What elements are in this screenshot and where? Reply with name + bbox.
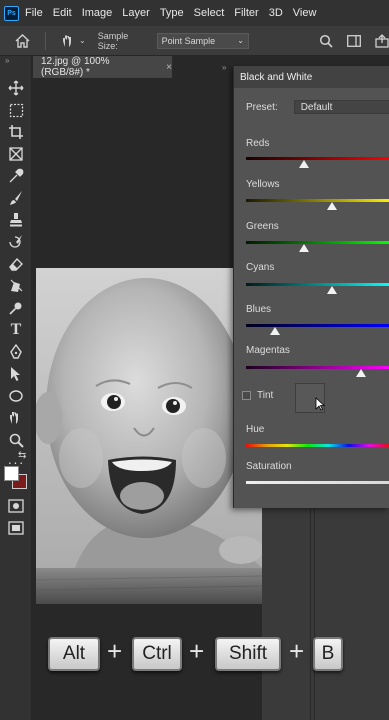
eraser-tool-icon[interactable]	[6, 254, 26, 274]
panel-expand-icon[interactable]: »	[222, 56, 233, 78]
workspace-icon[interactable]	[347, 34, 361, 47]
eyedropper-tool-icon[interactable]	[60, 33, 76, 49]
menu-layer[interactable]: Layer	[122, 7, 150, 19]
dodge-tool-icon[interactable]	[6, 298, 26, 318]
menu-edit[interactable]: Edit	[53, 7, 72, 19]
zoom-tool-icon[interactable]	[6, 430, 26, 450]
yellows-slider-track[interactable]	[246, 199, 389, 202]
preset-row: Preset: Default	[246, 100, 389, 114]
blues-slider-track[interactable]	[246, 324, 389, 327]
preset-value: Default	[300, 101, 333, 113]
blues-slider-thumb[interactable]	[269, 327, 280, 335]
greens-slider-thumb[interactable]	[298, 244, 309, 252]
menu-3d[interactable]: 3D	[269, 7, 283, 19]
eyedropper-icon[interactable]	[6, 166, 26, 186]
brush-tool-icon[interactable]	[6, 188, 26, 208]
options-divider	[45, 31, 47, 50]
history-brush-tool-icon[interactable]	[6, 232, 26, 252]
cyans-label: Cyans	[246, 262, 275, 273]
share-icon[interactable]	[375, 33, 389, 48]
key-shift: Shift	[215, 637, 281, 671]
home-icon[interactable]	[12, 33, 33, 48]
ellipse-tool-icon[interactable]	[6, 386, 26, 406]
collapse-panel-icon[interactable]: »	[5, 56, 9, 65]
type-tool-icon[interactable]: T	[6, 320, 26, 340]
magentas-slider-track[interactable]	[246, 366, 389, 369]
hand-tool-icon[interactable]	[6, 408, 26, 428]
greens-slider-track[interactable]	[246, 241, 389, 244]
preset-label: Preset:	[246, 101, 278, 113]
plus-sign: +	[289, 636, 305, 666]
blues-label: Blues	[246, 304, 272, 315]
yellows-slider-thumb[interactable]	[327, 202, 338, 210]
menu-select[interactable]: Select	[194, 7, 225, 19]
menu-image[interactable]: Image	[82, 7, 113, 19]
hue-label: Hue	[246, 424, 265, 435]
close-tab-icon[interactable]: ×	[166, 62, 172, 73]
pen-tool-icon[interactable]	[6, 342, 26, 362]
gradient-tool-icon[interactable]	[6, 276, 26, 296]
sample-size-value: Point Sample	[161, 35, 216, 46]
sample-size-select[interactable]: Point Sample ⌄	[156, 32, 249, 49]
menu-type[interactable]: Type	[160, 7, 184, 19]
screen-mode-icon[interactable]	[6, 518, 26, 538]
yellows-label: Yellows	[246, 179, 280, 190]
reds-slider-track[interactable]	[246, 157, 389, 160]
photoshop-logo-icon: Ps	[4, 5, 19, 21]
preset-select[interactable]: Default	[293, 100, 389, 114]
menu-bar: Ps File Edit Image Layer Type Select Fil…	[0, 0, 389, 26]
dialog-title[interactable]: Black and White	[234, 66, 389, 88]
tool-preset-chevron-icon[interactable]: ⌄	[79, 36, 86, 45]
tint-row: Tint	[242, 390, 273, 401]
saturation-label: Saturation	[246, 461, 292, 472]
clone-stamp-tool-icon[interactable]	[6, 210, 26, 230]
magentas-label: Magentas	[246, 345, 290, 356]
sample-size-label: Sample Size:	[97, 30, 129, 51]
document-tab[interactable]: 12.jpg @ 100% (RGB/8#) * ×	[33, 56, 173, 78]
reds-label: Reds	[246, 138, 270, 149]
tint-label: Tint	[257, 390, 274, 401]
saturation-slider-track[interactable]	[246, 481, 389, 484]
quick-mask-icon[interactable]	[6, 496, 26, 516]
swap-colors-icon[interactable]: ⇆	[18, 450, 26, 461]
tint-checkbox[interactable]	[242, 391, 251, 400]
mouse-cursor-icon	[315, 397, 326, 416]
document-tab-title: 12.jpg @ 100% (RGB/8#) *	[41, 56, 110, 78]
foreground-color-swatch[interactable]	[4, 466, 19, 481]
path-selection-tool-icon[interactable]	[6, 364, 26, 384]
reds-slider-thumb[interactable]	[298, 160, 309, 168]
options-bar: ⌄ Sample Size: Point Sample ⌄	[0, 26, 389, 56]
move-tool-icon[interactable]	[6, 78, 26, 98]
cyans-slider-thumb[interactable]	[327, 286, 338, 294]
menu-file[interactable]: File	[25, 7, 43, 19]
marquee-tool-icon[interactable]	[6, 100, 26, 120]
hue-slider-track[interactable]	[246, 444, 389, 447]
chevron-down-icon: ⌄	[237, 36, 244, 45]
plus-sign: +	[189, 636, 205, 666]
magentas-slider-thumb[interactable]	[356, 369, 367, 377]
greens-label: Greens	[246, 221, 279, 232]
plus-sign: +	[107, 636, 123, 666]
search-icon[interactable]	[319, 34, 333, 48]
key-b: B	[313, 637, 343, 671]
menu-filter[interactable]: Filter	[234, 7, 258, 19]
tools-panel: » T ··· ⇆	[0, 56, 32, 720]
cyans-slider-track[interactable]	[246, 283, 389, 286]
black-and-white-dialog: Black and White Preset: Default Reds Yel…	[233, 66, 389, 508]
key-alt: Alt	[48, 637, 100, 671]
crop-tool-icon[interactable]	[6, 122, 26, 142]
key-ctrl: Ctrl	[132, 637, 182, 671]
menu-view[interactable]: View	[293, 7, 317, 19]
frame-tool-icon[interactable]	[6, 144, 26, 164]
canvas-image[interactable]	[36, 268, 262, 604]
